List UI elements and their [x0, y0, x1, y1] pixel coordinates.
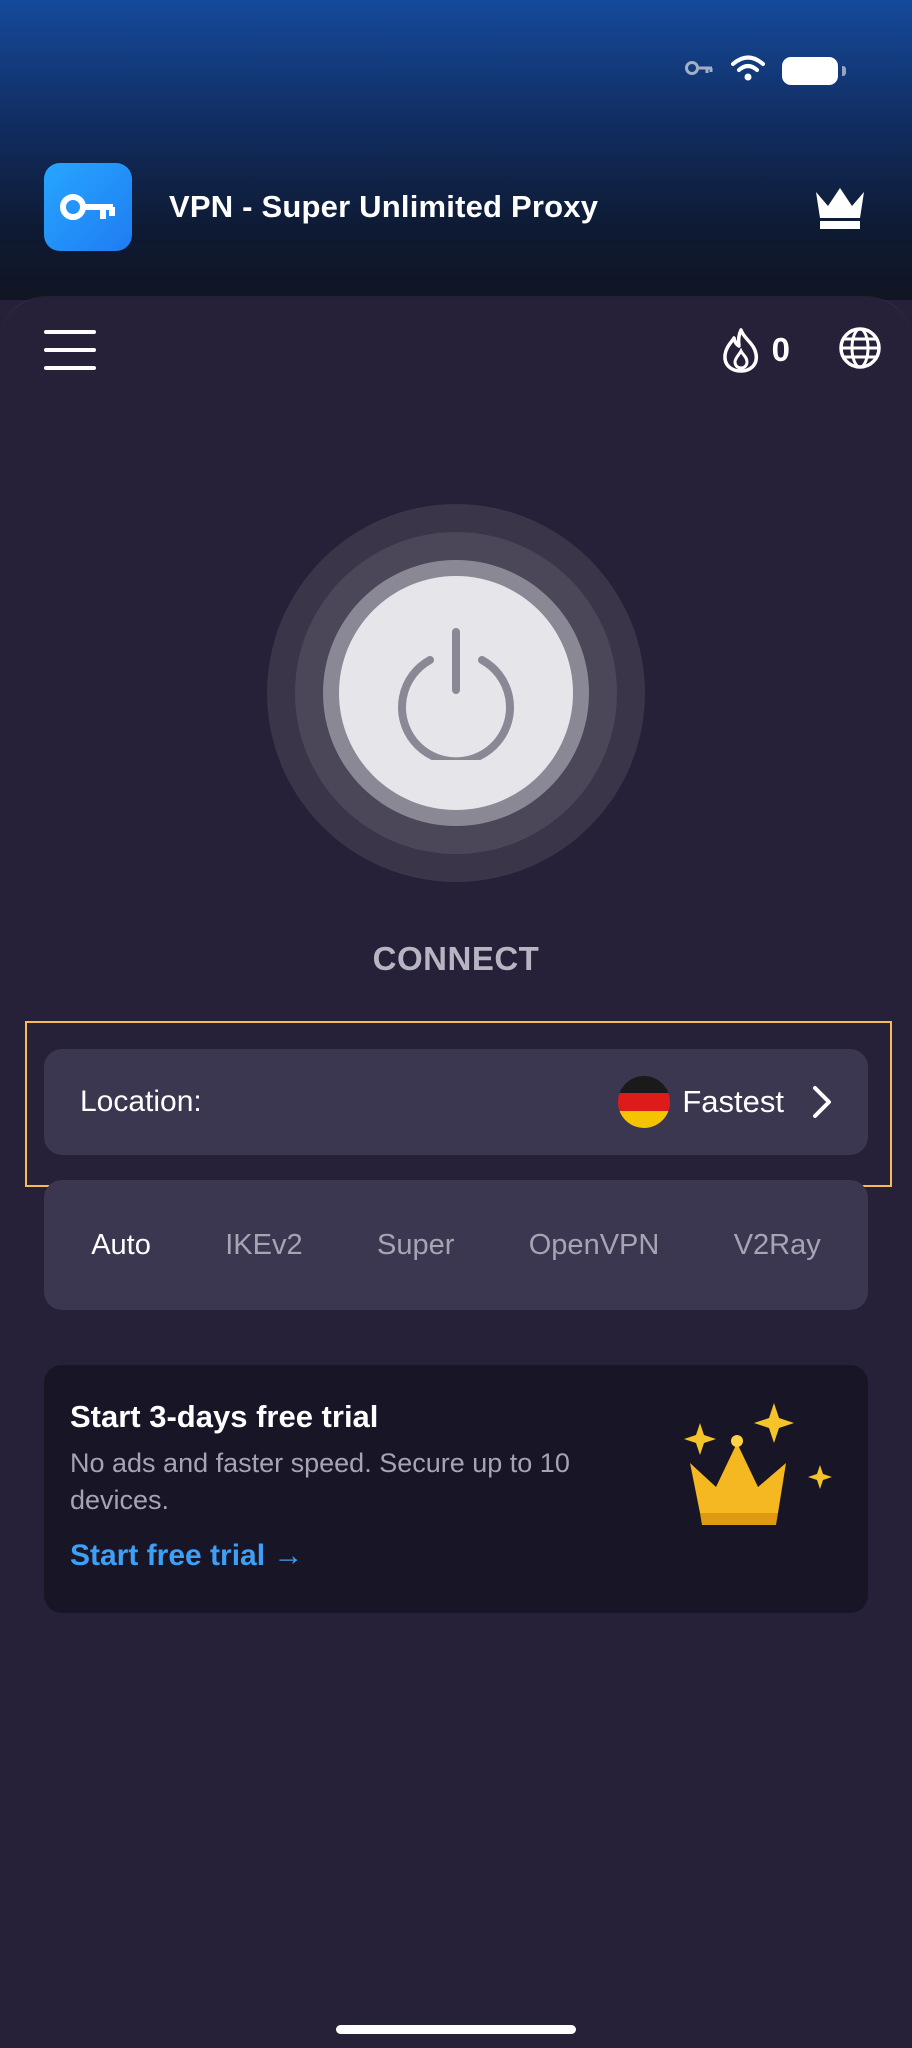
app-title: VPN - Super Unlimited Proxy — [169, 189, 599, 224]
menu-button[interactable] — [44, 330, 96, 370]
location-value: Fastest — [682, 1084, 784, 1119]
protocol-option-ikev2[interactable]: IKEv2 — [217, 1219, 310, 1272]
home-indicator[interactable] — [336, 2025, 576, 2034]
globe-icon — [839, 326, 881, 369]
germany-flag-icon — [618, 1076, 671, 1128]
status-bar — [684, 54, 846, 87]
connect-power-button[interactable] — [339, 576, 573, 810]
app-header: VPN - Super Unlimited Proxy — [44, 163, 868, 251]
start-free-trial-link[interactable]: Start free trial → — [70, 1539, 303, 1573]
protocol-option-super[interactable]: Super — [369, 1219, 462, 1272]
chevron-right-icon — [813, 1086, 831, 1118]
globe-button[interactable] — [838, 326, 882, 375]
location-selector[interactable]: Location: Fastest — [44, 1049, 868, 1155]
hamburger-icon-line — [44, 330, 96, 334]
vpn-key-icon — [684, 60, 714, 81]
hamburger-icon-line — [44, 366, 96, 370]
wifi-icon — [730, 54, 766, 87]
vpn-home-screen: VPN - Super Unlimited Proxy 0 CONNECT Lo… — [0, 0, 912, 2048]
flame-icon — [722, 328, 758, 373]
streak-count: 0 — [771, 331, 790, 368]
key-icon — [60, 194, 115, 220]
toolbar: 0 — [44, 325, 882, 375]
location-label: Location: — [80, 1085, 202, 1118]
free-trial-card[interactable]: Start 3-days free trial No ads and faste… — [44, 1365, 868, 1613]
hamburger-icon-line — [44, 348, 96, 352]
protocol-option-v2ray[interactable]: V2Ray — [726, 1219, 829, 1272]
trial-description: No ads and faster speed. Secure up to 10… — [70, 1448, 570, 1515]
streak-counter[interactable]: 0 — [720, 327, 790, 373]
protocol-option-openvpn[interactable]: OpenVPN — [521, 1219, 668, 1272]
power-button-area — [267, 504, 645, 882]
power-icon — [398, 628, 514, 760]
connect-status-label: CONNECT — [372, 940, 540, 977]
protocol-selector: Auto IKEv2 Super OpenVPN V2Ray — [44, 1180, 868, 1310]
premium-crown-button[interactable] — [812, 182, 868, 232]
crown-icon — [816, 188, 864, 229]
main-panel: 0 CONNECT Location: Fastest Auto IKEv2 S… — [0, 297, 912, 2048]
app-logo — [44, 163, 132, 251]
protocol-option-auto[interactable]: Auto — [83, 1219, 159, 1272]
gold-crown-icon — [684, 1403, 832, 1525]
battery-icon — [782, 56, 846, 85]
